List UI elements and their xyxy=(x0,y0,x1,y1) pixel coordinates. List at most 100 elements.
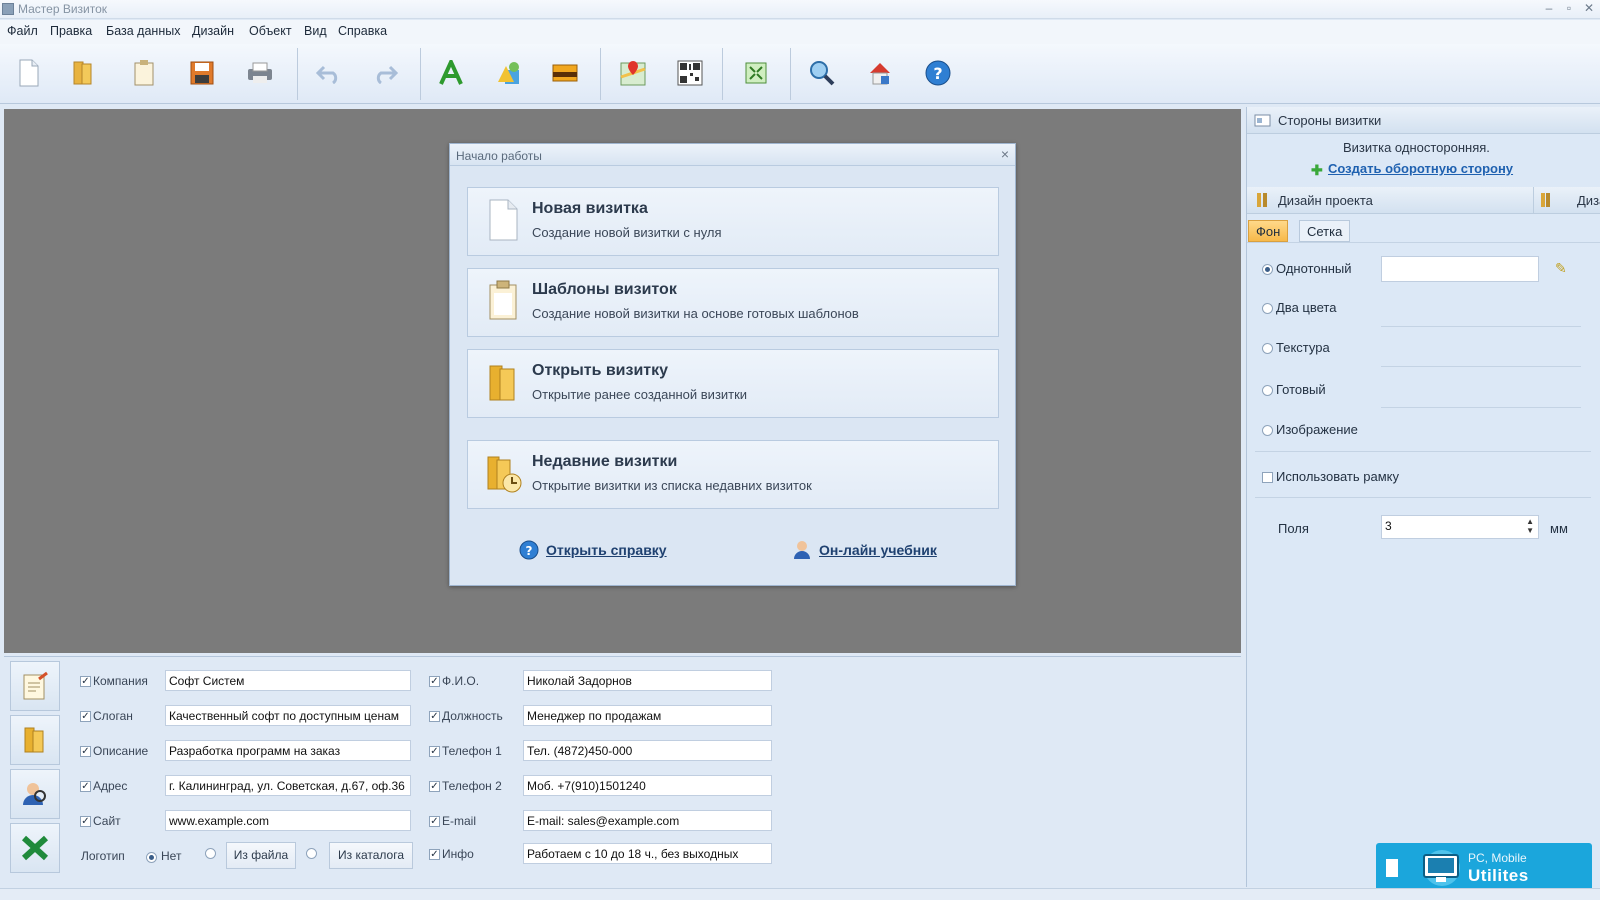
menu-bar: Файл Правка База данных Дизайн Объект Ви… xyxy=(0,20,1600,44)
print-icon[interactable] xyxy=(243,56,277,90)
logo-from-catalog-button[interactable]: Из каталога xyxy=(329,842,413,869)
templates-option[interactable]: Шаблоны визиток Создание новой визитки н… xyxy=(467,268,999,337)
text-icon[interactable] xyxy=(434,56,468,90)
sides-panel-header[interactable]: Стороны визитки xyxy=(1247,107,1600,134)
field-checkbox[interactable]: ✓ xyxy=(429,711,440,722)
brushes-icon xyxy=(1540,192,1552,211)
radio-two-colors[interactable] xyxy=(1262,303,1273,314)
option-subtitle: Открытие ранее созданной визитки xyxy=(532,387,748,402)
field-label: Ф.И.О. xyxy=(442,674,480,688)
open-database-button[interactable] xyxy=(10,715,60,765)
use-frame-checkbox[interactable] xyxy=(1262,472,1273,483)
design-panel-header[interactable]: Дизайн проекта Диза xyxy=(1247,187,1600,214)
field-checkbox[interactable]: ✓ xyxy=(429,746,440,757)
help-icon: ? xyxy=(519,540,539,560)
address-field[interactable]: г. Калининград, ул. Советская, д.67, оф.… xyxy=(165,775,411,796)
field-checkbox[interactable]: ✓ xyxy=(429,849,440,860)
undo-icon[interactable] xyxy=(312,56,346,90)
menu-object[interactable]: Объект xyxy=(249,24,292,38)
full-name-field[interactable]: Николай Задорнов xyxy=(523,670,772,691)
maximize-button[interactable]: ▫ xyxy=(1558,0,1580,18)
dialog-close-button[interactable]: × xyxy=(1001,146,1009,162)
field-checkbox[interactable]: ✓ xyxy=(80,816,91,827)
search-contacts-button[interactable] xyxy=(10,769,60,819)
new-card-option[interactable]: Новая визитка Создание новой визитки с н… xyxy=(467,187,999,256)
radio-ready[interactable] xyxy=(1262,385,1273,396)
open-folder-icon[interactable] xyxy=(67,56,101,90)
toolbar-separator xyxy=(790,48,791,100)
color-picker-field[interactable] xyxy=(1381,256,1539,282)
logo-file-radio[interactable] xyxy=(205,848,216,859)
field-checkbox[interactable]: ✓ xyxy=(429,781,440,792)
menu-design[interactable]: Дизайн xyxy=(192,24,234,38)
design-tab-truncated[interactable]: Диза xyxy=(1577,193,1600,208)
radio-image[interactable] xyxy=(1262,425,1273,436)
toolbar: ? xyxy=(0,44,1600,104)
pipette-icon[interactable]: ✎ xyxy=(1555,260,1567,277)
radio-solid[interactable] xyxy=(1262,264,1273,275)
edit-data-button[interactable] xyxy=(10,661,60,711)
image-icon[interactable] xyxy=(548,56,582,90)
company-field[interactable]: Софт Систем xyxy=(165,670,411,691)
field-checkbox[interactable]: ✓ xyxy=(80,676,91,687)
option-title: Шаблоны визиток xyxy=(532,281,677,298)
menu-file[interactable]: Файл xyxy=(7,24,38,38)
radio-texture[interactable] xyxy=(1262,343,1273,354)
position-field[interactable]: Менеджер по продажам xyxy=(523,705,772,726)
title-bar: Мастер Визиток – ▫ ✕ xyxy=(0,0,1600,19)
logo-from-file-button[interactable]: Из файла xyxy=(226,842,296,869)
plus-icon: ✚ xyxy=(1311,162,1323,178)
field-checkbox[interactable]: ✓ xyxy=(80,746,91,757)
tab-grid[interactable]: Сетка xyxy=(1299,220,1351,242)
radio-label: Два цвета xyxy=(1276,300,1337,315)
online-tutorial-link[interactable]: Он-лайн учебник xyxy=(819,542,937,558)
recent-cards-option[interactable]: Недавние визитки Открытие визитки из спи… xyxy=(467,440,999,509)
save-icon[interactable] xyxy=(185,56,219,90)
app-icon xyxy=(2,3,14,15)
radio-label: Изображение xyxy=(1276,422,1358,437)
field-checkbox[interactable]: ✓ xyxy=(80,781,91,792)
tab-background[interactable]: Фон xyxy=(1248,220,1289,242)
dialog-title-bar: Начало работы × xyxy=(450,144,1015,166)
menu-help[interactable]: Справка xyxy=(338,24,387,38)
new-file-icon[interactable] xyxy=(12,56,46,90)
logo-catalog-radio[interactable] xyxy=(306,848,317,859)
field-checkbox[interactable]: ✓ xyxy=(429,816,440,827)
phone1-field[interactable]: Тел. (4872)450-000 xyxy=(523,740,772,761)
close-window-button[interactable]: ✕ xyxy=(1578,0,1600,18)
minimize-button[interactable]: – xyxy=(1538,0,1560,18)
import-excel-button[interactable] xyxy=(10,823,60,873)
margins-spinner[interactable]: 3 ▲ ▼ xyxy=(1381,515,1539,539)
margins-label: Поля xyxy=(1278,521,1309,536)
templates-icon[interactable] xyxy=(127,56,161,90)
spinner-arrows-icon[interactable]: ▲ ▼ xyxy=(1526,517,1534,535)
panel-title: Дизайн проекта xyxy=(1278,193,1373,208)
shapes-icon[interactable] xyxy=(491,56,525,90)
menu-database[interactable]: База данных xyxy=(106,24,180,38)
logo-none-radio[interactable] xyxy=(146,852,157,863)
phone2-field[interactable]: Моб. +7(910)1501240 xyxy=(523,775,772,796)
divider xyxy=(1255,451,1591,452)
fit-icon[interactable] xyxy=(739,56,773,90)
info-field[interactable]: Работаем с 10 до 18 ч., без выходных xyxy=(523,843,772,864)
open-help-link[interactable]: Открыть справку xyxy=(546,542,667,558)
brushes-icon xyxy=(1254,192,1271,208)
menu-view[interactable]: Вид xyxy=(304,24,327,38)
menu-edit[interactable]: Правка xyxy=(50,24,92,38)
email-field[interactable]: E-mail: sales@example.com xyxy=(523,810,772,831)
help-icon[interactable]: ? xyxy=(921,56,955,90)
zoom-icon[interactable] xyxy=(805,56,839,90)
field-checkbox[interactable]: ✓ xyxy=(80,711,91,722)
create-back-side-link[interactable]: Создать оборотную сторону xyxy=(1328,161,1513,176)
open-card-option[interactable]: Открыть визитку Открытие ранее созданной… xyxy=(467,349,999,418)
toolbar-separator xyxy=(722,48,723,100)
dialog-title: Начало работы xyxy=(456,149,542,163)
publish-icon[interactable] xyxy=(863,56,897,90)
slogan-field[interactable]: Качественный софт по доступным ценам xyxy=(165,705,411,726)
qr-code-icon[interactable] xyxy=(673,56,707,90)
field-checkbox[interactable]: ✓ xyxy=(429,676,440,687)
redo-icon[interactable] xyxy=(368,56,402,90)
map-icon[interactable] xyxy=(616,56,650,90)
website-field[interactable]: www.example.com xyxy=(165,810,411,831)
description-field[interactable]: Разработка программ на заказ xyxy=(165,740,411,761)
